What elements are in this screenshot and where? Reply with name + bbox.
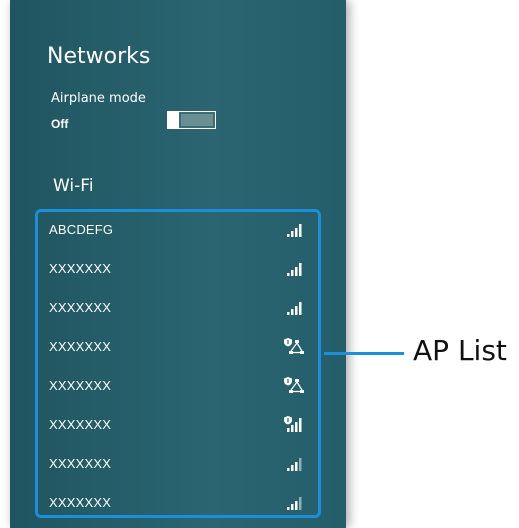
- network-name: XXXXXXX: [49, 261, 112, 276]
- network-name: XXXXXXX: [49, 417, 112, 432]
- signal-weak-icon: [284, 454, 308, 474]
- network-list-item[interactable]: XXXXXXX: [38, 251, 318, 290]
- callout-label: AP List: [413, 334, 507, 367]
- airplane-mode-label: Airplane mode: [51, 91, 146, 106]
- signal-full-icon: [284, 259, 308, 279]
- network-list-item[interactable]: XXXXXXX: [38, 329, 318, 368]
- network-list-item[interactable]: XXXXXXX: [38, 290, 318, 329]
- callout-line: [324, 352, 404, 355]
- toggle-knob: [168, 112, 179, 128]
- network-name: XXXXXXX: [49, 339, 112, 354]
- wifi-heading: Wi-Fi: [53, 176, 94, 196]
- shielded-network-icon: [284, 337, 308, 357]
- network-list-item[interactable]: XXXXXXX: [38, 485, 318, 524]
- network-name: XXXXXXX: [49, 300, 112, 315]
- network-list-item[interactable]: XXXXXXX: [38, 368, 318, 407]
- network-list-item[interactable]: XXXXXXX: [38, 446, 318, 485]
- ap-list: ABCDEFG XXXXXXX XXXXXXX XXXXXXX XXXXXXX XXXXX…: [38, 212, 318, 524]
- shielded-signal-icon: [284, 415, 308, 435]
- screenshot-stage: Networks Airplane mode Off Wi-Fi ABCDEFG…: [0, 0, 519, 528]
- signal-full-icon: [284, 220, 308, 240]
- network-name: XXXXXXX: [49, 495, 112, 510]
- toggle-track: [181, 114, 213, 126]
- network-list-item[interactable]: XXXXXXX: [38, 407, 318, 446]
- signal-weak-icon: [284, 493, 308, 513]
- signal-full-icon: [284, 298, 308, 318]
- panel-title: Networks: [47, 44, 151, 69]
- network-name: ABCDEFG: [49, 222, 114, 237]
- network-name: XXXXXXX: [49, 456, 112, 471]
- shielded-network-icon: [284, 376, 308, 396]
- airplane-mode-state: Off: [51, 117, 69, 131]
- network-list-item[interactable]: ABCDEFG: [38, 212, 318, 251]
- airplane-mode-toggle[interactable]: [167, 111, 216, 129]
- network-name: XXXXXXX: [49, 378, 112, 393]
